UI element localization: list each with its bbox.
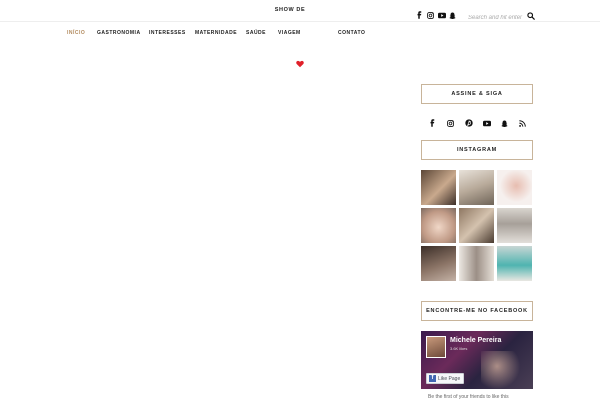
- search-icon[interactable]: [527, 7, 535, 20]
- follow-widget-title: ASSINE & SIGA: [421, 84, 533, 104]
- youtube-icon[interactable]: [438, 6, 446, 19]
- facebook-page-widget[interactable]: Michele Pereira 3.6K likes f Like Page: [421, 331, 533, 389]
- facebook-cover-image: [481, 351, 521, 389]
- facebook-icon: f: [429, 375, 436, 382]
- facebook-page-avatar[interactable]: [426, 336, 446, 358]
- snapchat-icon[interactable]: [449, 6, 456, 20]
- facebook-icon[interactable]: [416, 6, 422, 19]
- instagram-title: INSTAGRAM: [456, 147, 498, 153]
- instagram-icon[interactable]: [427, 6, 434, 19]
- header-social-links: [416, 6, 456, 20]
- heart-icon: [296, 55, 304, 68]
- instagram-icon[interactable]: [447, 114, 455, 127]
- facebook-caption: Be the first of your friends to like thi…: [428, 394, 509, 400]
- instagram-photo[interactable]: [459, 246, 494, 281]
- youtube-icon[interactable]: [483, 114, 491, 127]
- nav-item-saude[interactable]: SAÚDE: [246, 30, 266, 36]
- instagram-photo[interactable]: [459, 208, 494, 243]
- top-bar: SHOW DE: [0, 0, 600, 23]
- nav-item-maternidade[interactable]: MATERNIDADE: [195, 30, 237, 36]
- pinterest-icon[interactable]: [465, 114, 473, 127]
- facebook-page-name[interactable]: Michele Pereira: [450, 337, 501, 344]
- search-box: [468, 6, 536, 23]
- facebook-title: ENCONTRE-ME NO FACEBOOK: [426, 308, 528, 314]
- follow-title: ASSINE & SIGA: [451, 91, 503, 97]
- facebook-like-button[interactable]: f Like Page: [426, 373, 464, 384]
- instagram-widget-title: INSTAGRAM: [421, 140, 533, 160]
- facebook-page-likes: 3.6K likes: [450, 346, 468, 351]
- nav-item-contato[interactable]: CONTATO: [338, 30, 365, 36]
- rss-icon[interactable]: [519, 114, 527, 127]
- instagram-photo[interactable]: [421, 246, 456, 281]
- nav-item-inicio[interactable]: INÍCIO: [67, 30, 85, 36]
- search-input[interactable]: [468, 13, 526, 23]
- instagram-photo[interactable]: [497, 208, 532, 243]
- nav-item-interesses[interactable]: INTERESSES: [149, 30, 186, 36]
- facebook-widget-title: ENCONTRE-ME NO FACEBOOK: [421, 301, 533, 321]
- instagram-photo[interactable]: [497, 170, 532, 205]
- instagram-photo[interactable]: [459, 170, 494, 205]
- instagram-photo[interactable]: [421, 170, 456, 205]
- follow-social-icons: [429, 114, 527, 128]
- facebook-like-label: Like Page: [438, 375, 461, 382]
- instagram-photo[interactable]: [497, 246, 532, 281]
- main-navigation: INÍCIO GASTRONOMIA INTERESSES MATERNIDAD…: [0, 26, 600, 40]
- nav-item-gastronomia[interactable]: GASTRONOMIA: [97, 30, 141, 36]
- instagram-photo[interactable]: [421, 208, 456, 243]
- nav-item-viagem[interactable]: VIAGEM: [278, 30, 301, 36]
- instagram-photo-grid: [421, 170, 533, 281]
- facebook-icon[interactable]: [429, 114, 437, 127]
- snapchat-icon[interactable]: [501, 114, 509, 128]
